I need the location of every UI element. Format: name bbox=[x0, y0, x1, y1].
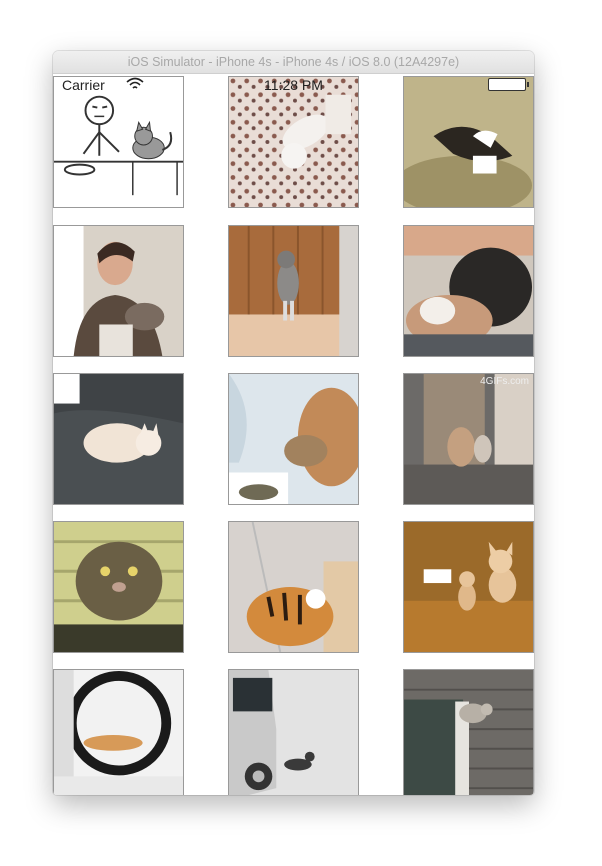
gallery-item[interactable] bbox=[53, 373, 184, 505]
window-title: iOS Simulator - iPhone 4s - iPhone 4s / … bbox=[53, 51, 534, 74]
gallery-item[interactable] bbox=[53, 76, 184, 208]
gallery-item[interactable]: 4GIFs.com bbox=[403, 373, 534, 505]
cat-standing-on-hind-legs bbox=[229, 226, 358, 356]
gallery-item[interactable] bbox=[53, 521, 184, 653]
gallery-item[interactable] bbox=[403, 225, 534, 357]
cat-on-floral-blanket bbox=[229, 77, 358, 207]
gallery-item[interactable] bbox=[53, 225, 184, 357]
cat-by-car bbox=[229, 670, 358, 795]
gallery-item[interactable] bbox=[403, 669, 534, 795]
watermark-text: 4GIFs.com bbox=[480, 376, 529, 387]
gallery-item[interactable] bbox=[228, 669, 359, 795]
gallery-item[interactable] bbox=[403, 76, 534, 208]
man-with-cat bbox=[54, 226, 183, 356]
sand-kittens bbox=[404, 522, 533, 652]
gallery-item[interactable] bbox=[228, 225, 359, 357]
simulator-window: iOS Simulator - iPhone 4s - iPhone 4s / … bbox=[53, 51, 534, 795]
gallery-item[interactable] bbox=[228, 76, 359, 208]
cats-in-doorway bbox=[404, 374, 533, 504]
cat-in-wheel bbox=[54, 670, 183, 795]
gallery-item[interactable] bbox=[53, 669, 184, 795]
cat-climbing-wall bbox=[404, 670, 533, 795]
gallery-item[interactable] bbox=[228, 521, 359, 653]
gallery-item[interactable] bbox=[228, 373, 359, 505]
iphone-screen: 4GIFs.com Carrier 11:28 PM bbox=[53, 74, 534, 795]
gallery-item[interactable] bbox=[403, 521, 534, 653]
tabby-cat-closeup bbox=[54, 522, 183, 652]
cartoon-stickman-with-cat bbox=[54, 77, 183, 207]
cat-and-dog-cuddling bbox=[404, 226, 533, 356]
tiger-cub bbox=[229, 522, 358, 652]
cat-jumping-at-curtain bbox=[229, 374, 358, 504]
cat-rolling-on-floor bbox=[404, 77, 533, 207]
white-cat-on-bed bbox=[54, 374, 183, 504]
